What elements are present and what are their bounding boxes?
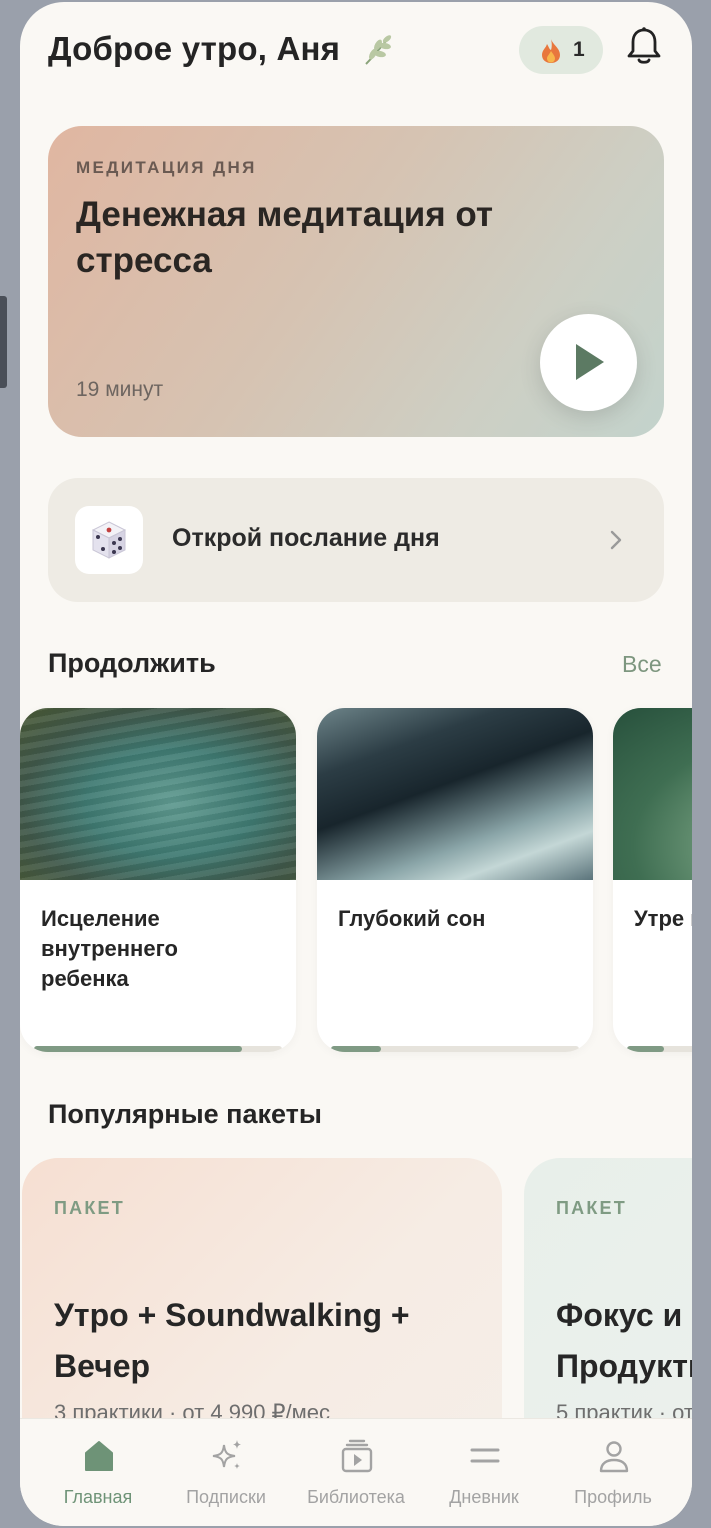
continue-see-all-link[interactable]: Все [622,651,662,678]
bell-icon[interactable] [626,26,662,66]
flame-icon [542,39,560,63]
dice-icon [91,521,127,559]
continue-card-label: Исцеление внутреннего ребенка [41,906,178,991]
pack-title: Фокус и Продуктивность [556,1297,692,1384]
app-screen: Доброе утро, Аня 1 МЕДИТАЦИЯ ДНЯ Денежна… [20,2,692,1526]
meditation-of-day-card[interactable]: МЕДИТАЦИЯ ДНЯ Денежная медитация от стре… [48,126,664,437]
continue-card[interactable]: Исцеление внутреннего ребенка [20,708,296,1052]
tab-label: Библиотека [307,1487,405,1507]
journal-icon [470,1448,500,1463]
tab-library[interactable]: Библиотека [294,1419,418,1526]
continue-card-label: Глубокий сон [338,906,486,931]
streak-count: 1 [573,38,585,61]
tab-home[interactable]: Главная [36,1419,160,1526]
chevron-right-icon [610,530,622,550]
play-icon [576,344,604,380]
progress-fill [627,1046,665,1052]
continue-card-image [613,708,692,880]
pack-kicker: ПАКЕТ [54,1198,125,1218]
continue-card-label: Утре проб [634,906,692,931]
continue-card-image [317,708,593,880]
tab-label: Главная [63,1487,133,1507]
popular-packs-title: Популярные пакеты [48,1099,322,1129]
profile-icon [599,1441,629,1473]
daily-message-label: Открой послание дня [172,524,440,552]
pack-kicker: ПАКЕТ [556,1198,627,1218]
pack-title: Утро + Soundwalking + Вечер [54,1297,410,1384]
daily-message-card[interactable]: Открой послание дня [48,478,664,602]
library-icon [341,1439,373,1473]
continue-card-progress [34,1046,282,1052]
play-button[interactable] [540,314,637,411]
tab-journal[interactable]: Дневник [422,1419,546,1526]
sparkles-icon [212,1440,241,1469]
dice-tile [75,506,143,574]
bottom-tab-bar: Главная Подписки Библиотека Дневник Проф… [20,1418,692,1526]
header: Доброе утро, Аня 1 [20,2,692,102]
leaf-icon [365,35,392,65]
tab-label: Профиль [574,1487,652,1507]
tab-subscriptions[interactable]: Подписки [164,1419,288,1526]
continue-card[interactable]: Глубокий сон [317,708,593,1052]
tab-label: Подписки [186,1487,266,1507]
meditation-title: Денежная медитация от стресса [76,195,494,280]
meditation-kicker: МЕДИТАЦИЯ ДНЯ [76,158,257,177]
meditation-duration: 19 минут [76,378,164,401]
continue-card-progress [331,1046,579,1052]
device-side-button [0,296,7,388]
continue-card[interactable]: Утре проб [613,708,692,1052]
progress-fill [34,1046,243,1052]
tab-profile[interactable]: Профиль [551,1419,675,1526]
continue-card-progress [627,1046,692,1052]
streak-badge[interactable]: 1 [519,26,603,74]
progress-fill [331,1046,381,1052]
continue-section-title: Продолжить [48,648,216,678]
greeting-title: Доброе утро, Аня [48,30,341,67]
tab-label: Дневник [449,1487,519,1507]
continue-card-image [20,708,296,880]
home-icon [85,1441,113,1471]
